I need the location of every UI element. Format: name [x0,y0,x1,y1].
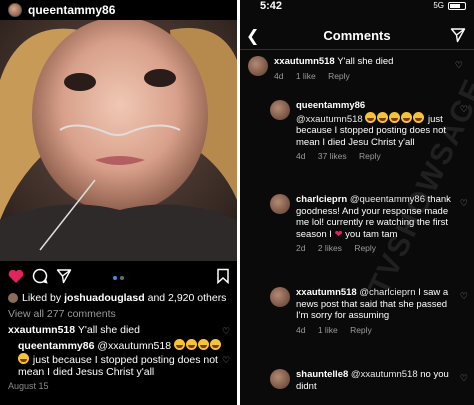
comment-username[interactable]: queentammy86 [296,100,365,111]
comment-age: 4d [296,324,306,335]
reply-button[interactable]: Reply [350,325,372,335]
comment-body: queentammy86 @xxautumn518 just because I… [296,100,451,163]
carousel-dot [120,276,124,280]
comment-mention[interactable]: @charlcieprn [359,287,415,298]
reply-button[interactable]: Reply [359,151,381,161]
comment-username[interactable]: charlcieprn [296,194,347,205]
post-comment: xxautumn518 Y'all she died [8,324,233,336]
red-heart-icon: ❤ [334,228,343,240]
post-photo[interactable] [0,20,237,261]
comment-username[interactable]: xxautumn518 [274,56,335,67]
reply-username[interactable]: queentammy86 [18,340,94,352]
laughing-emoji-icon [198,339,209,350]
bookmark-icon[interactable] [215,268,231,284]
avatar[interactable] [270,369,290,389]
laughing-emoji-icon [174,339,185,350]
comment-age: 4d [274,70,284,81]
laughing-emoji-icon [389,111,401,123]
comment-like-icon[interactable]: ♡ [460,198,468,209]
liked-by-prefix: Liked by [22,292,62,304]
comment-body: shauntelle8 @xxautumn518 no you didnt [296,369,451,392]
comment-age: 4d [296,151,306,161]
comment-like-icon[interactable]: ♡ [460,291,468,302]
laughing-emoji-icon [210,339,221,350]
reply-like-icon[interactable]: ♡ [222,355,230,366]
comment-likes[interactable]: 37 likes [318,151,347,161]
status-time: 5:42 [260,0,283,12]
comment-username[interactable]: shauntelle8 [296,369,348,380]
share-icon[interactable] [56,268,72,284]
laughing-emoji-icon [413,111,425,123]
liked-by-suffix[interactable]: and 2,920 others [148,292,227,304]
carousel-dots [113,276,124,280]
post-action-bar [0,263,237,287]
laughing-emoji-icon [377,111,389,123]
comment-icon[interactable] [32,268,48,284]
comments-screen: 5:42 5G ❮ Comments xxautumn518 Y'all she… [240,0,474,405]
comments-header: ❮ Comments [240,22,474,50]
comment-text: Y'all she died [77,324,140,336]
post-reply: queentammy86 @xxautumn518 just because I… [18,339,230,379]
laughing-emoji-icon [186,339,197,350]
battery-icon [448,2,466,10]
comment-like-icon[interactable]: ♡ [455,60,463,71]
comment-like-icon[interactable]: ♡ [460,104,468,115]
comment-mention[interactable]: @queentammy86 [350,194,425,205]
liker-avatar [8,293,18,303]
post-date: August 15 [8,381,49,391]
avatar[interactable] [270,100,290,120]
comment-mention[interactable]: @xxautumn518 [351,369,418,380]
laughing-emoji-icon [365,111,377,123]
comment-username[interactable]: xxautumn518 [8,324,75,336]
comment-body: charlcieprn @queentammy86 thank goodness… [296,194,451,255]
reply-mention[interactable]: @xxautumn518 [97,340,171,352]
comment-likes[interactable]: 2 likes [318,243,342,253]
liked-by-user[interactable]: joshuadouglasd [64,292,145,304]
post-header: queentammy86 [0,0,237,20]
laughing-emoji-icon [18,352,29,364]
comment-mention[interactable]: @xxautumn518 [296,114,363,125]
page-title: Comments [323,28,391,43]
comment-like-icon[interactable]: ♡ [222,326,230,337]
reply-button[interactable]: Reply [354,243,376,253]
laughing-emoji-icon [401,111,413,123]
view-all-comments-link[interactable]: View all 277 comments [8,308,116,320]
avatar[interactable] [248,56,268,76]
comment-body: xxautumn518 Y'all she died 4d 1 like Rep… [274,56,454,82]
comment-text: Y'all she died [337,56,394,67]
carousel-dot-active [113,276,117,280]
avatar[interactable] [270,194,290,214]
comment-meta: 4d 1 like Reply [274,71,454,83]
liked-by-line: Liked by joshuadouglasd and 2,920 others [8,292,226,304]
comment-meta: 4d 37 likes Reply [296,151,451,163]
post-photo-illustration [0,20,237,261]
reply-text: just because I stopped posting does not … [18,353,218,379]
avatar[interactable] [270,287,290,307]
comment-username[interactable]: xxautumn518 [296,287,357,298]
heart-icon[interactable] [8,268,24,284]
avatar[interactable] [8,3,22,17]
comment-likes[interactable]: 1 like [318,325,338,335]
network-indicator: 5G [433,1,444,10]
comment-meta: 4d 1 like Reply [296,325,451,337]
reply-button[interactable]: Reply [328,71,350,81]
header-divider [240,49,474,50]
share-icon[interactable] [450,27,466,48]
comment-meta: 2d 2 likes Reply [296,243,451,255]
comment-age: 2d [296,243,306,253]
comment-body: xxautumn518 @charlcieprn I saw a news po… [296,287,451,336]
comment-like-icon[interactable]: ♡ [460,373,468,384]
post-username[interactable]: queentammy86 [28,3,115,17]
post-panel: queentammy86 Liked by joshuadouglasd and… [0,0,237,405]
comment-text-tail: you tam tam [345,228,398,240]
comment-likes[interactable]: 1 like [296,71,316,81]
status-bar: 5:42 5G [240,0,474,14]
